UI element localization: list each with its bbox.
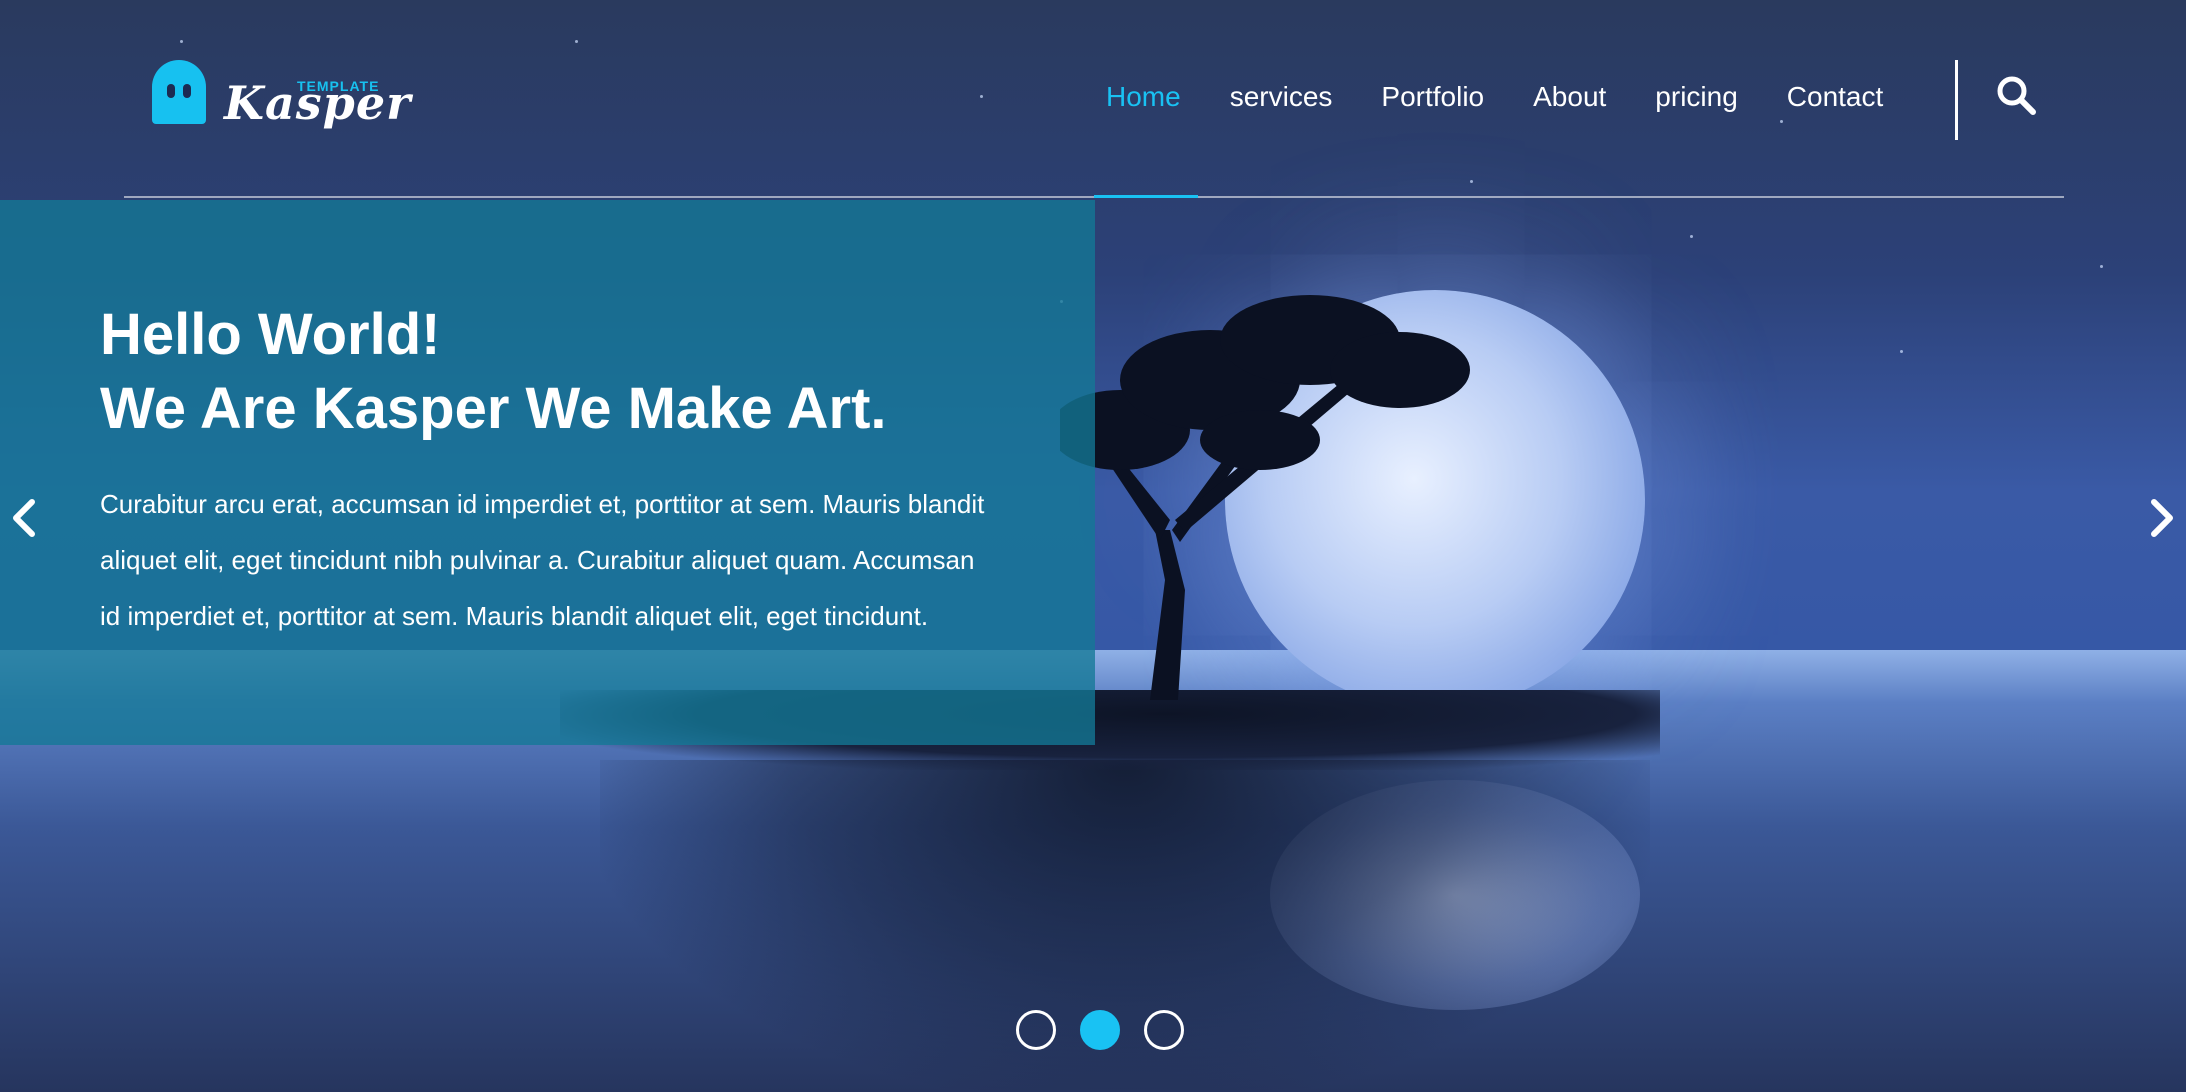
hero-title: Hello World! We Are Kasper We Make Art. [100,298,887,446]
slider-next-button[interactable] [2142,490,2182,546]
nav-item-pricing[interactable]: pricing [1655,80,1737,114]
main-nav: Home services Portfolio About pricing Co… [1106,80,1932,114]
ghost-logo-icon [152,60,206,124]
nav-item-about[interactable]: About [1533,80,1606,114]
nav-item-contact[interactable]: Contact [1787,80,1884,114]
nav-item-services[interactable]: services [1230,80,1333,114]
hero-description: Curabitur arcu erat, accumsan id imperdi… [100,489,985,631]
nav-item-portfolio[interactable]: Portfolio [1381,80,1484,114]
tree-silhouette [1060,295,1470,700]
logo-tagline: TEMPLATE [297,78,380,94]
slider-dot-1[interactable] [1016,1010,1056,1050]
hero-title-line-2: We Are Kasper We Make Art. [100,376,887,441]
hero-text-panel [0,200,1095,745]
search-icon[interactable] [1995,74,2039,118]
nav-divider [1955,60,1958,140]
hero-slider: Kasper TEMPLATE Home services Portfolio … [0,0,2186,1092]
hero-title-line-1: Hello World! [100,302,441,367]
active-nav-underline [1094,195,1198,198]
logo[interactable]: Kasper TEMPLATE [152,58,410,138]
chevron-right-icon [2151,499,2173,537]
slider-prev-button[interactable] [4,490,44,546]
slider-dot-3[interactable] [1144,1010,1184,1050]
nav-item-home[interactable]: Home [1106,80,1181,114]
slider-dot-2[interactable] [1080,1010,1120,1050]
slider-pagination [1016,1010,1184,1050]
chevron-left-icon [13,499,35,537]
